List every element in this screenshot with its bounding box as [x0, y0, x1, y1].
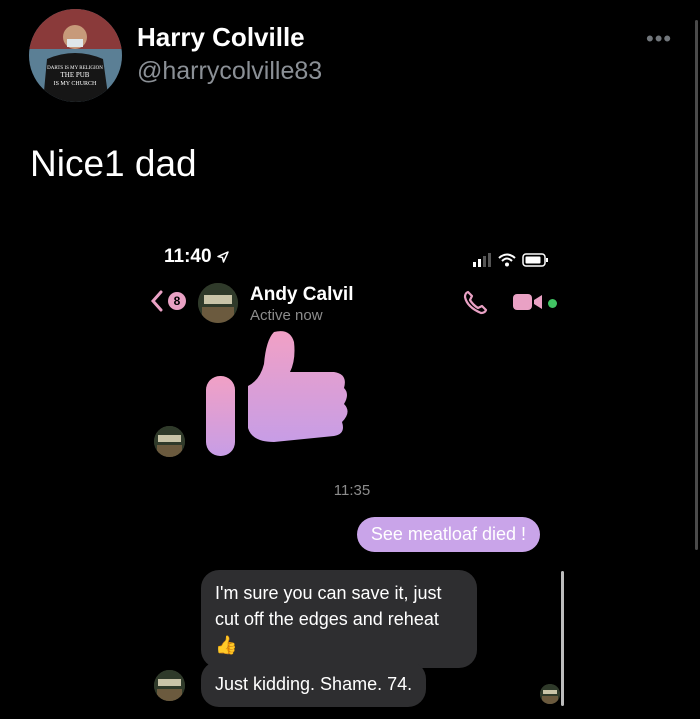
user-handle[interactable]: @harrycolville83 [137, 57, 322, 86]
display-name[interactable]: Harry Colville [137, 22, 305, 53]
location-arrow-icon [217, 251, 229, 263]
video-call-icon[interactable] [512, 292, 544, 312]
more-horizontal-icon[interactable]: ••• [646, 26, 672, 52]
message-text: I'm sure you can save it, just cut off t… [215, 583, 442, 629]
battery-icon [522, 253, 548, 267]
status-icons [473, 253, 548, 267]
thumbs-up-emoji-icon: 👍 [215, 635, 238, 655]
contact-status: Active now [250, 307, 323, 324]
timestamp-separator: 11:35 [333, 482, 371, 499]
attached-screenshot[interactable]: 11:40 8 Andy Calvil Active now 11:35 See… [140, 228, 564, 719]
contact-name[interactable]: Andy Calvil [250, 284, 353, 306]
back-icon[interactable] [150, 290, 164, 312]
incoming-message[interactable]: Just kidding. Shame. 74. [201, 661, 427, 707]
svg-text:IS MY CHURCH: IS MY CHURCH [54, 81, 97, 87]
outgoing-message[interactable]: See meatloaf died ! [356, 517, 540, 552]
svg-text:THE PUB: THE PUB [61, 71, 90, 79]
online-indicator [548, 299, 557, 308]
contact-avatar-small[interactable] [154, 670, 185, 701]
tweet-text: Nice1 dad [30, 143, 197, 184]
wifi-icon [498, 253, 516, 267]
incoming-message[interactable]: I'm sure you can save it, just cut off t… [201, 570, 477, 668]
profile-avatar[interactable]: DARTS IS MY RELIGION THE PUB IS MY CHURC… [29, 9, 122, 102]
thumbs-up-icon [206, 331, 348, 456]
status-time: 11:40 [164, 246, 229, 268]
contact-avatar-small[interactable] [154, 426, 185, 457]
page-scrollbar[interactable] [695, 20, 698, 550]
unread-badge: 8 [168, 292, 186, 310]
read-receipt-avatar [540, 684, 560, 704]
phone-icon[interactable] [462, 290, 488, 316]
cellular-signal-icon [473, 253, 491, 267]
contact-avatar[interactable] [198, 283, 238, 323]
chat-scrollbar[interactable] [561, 571, 564, 706]
